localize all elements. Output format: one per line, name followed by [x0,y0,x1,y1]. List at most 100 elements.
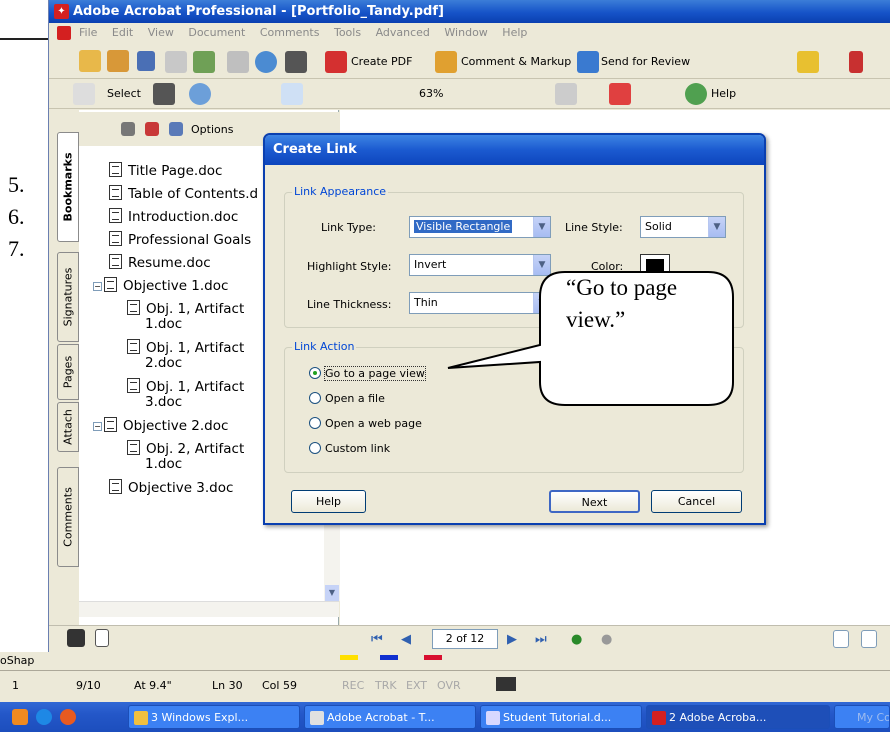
tab-bookmarks[interactable]: Bookmarks [57,132,79,242]
link-type-select[interactable]: Visible Rectangle ▼ [409,216,551,238]
menu-file[interactable]: File [79,26,97,39]
bookmark-item[interactable]: Introduction.doc [109,208,238,225]
menu-comments[interactable]: Comments [260,26,320,39]
previous-view-icon[interactable]: ● [571,632,582,647]
bookmark-item-continued[interactable]: 1.doc [145,316,182,332]
collapse-icon[interactable]: − [93,282,102,291]
bookmark-item[interactable]: Professional Goals [109,231,251,248]
hand-tool-icon[interactable] [73,83,95,105]
dialog-title[interactable]: Create Link [265,135,764,165]
continuous-view-icon[interactable] [861,630,877,648]
fit-page-icon[interactable] [281,83,303,105]
highlight-color-icon[interactable] [340,655,358,660]
bookmark-horizontal-scrollbar[interactable] [79,601,339,617]
font-color-icon[interactable] [424,655,442,660]
create-pdf-button[interactable]: Create PDF [351,55,412,68]
search-icon[interactable] [285,51,307,73]
menu-window[interactable]: Window [444,26,487,39]
menu-view[interactable]: View [148,26,174,39]
page-number-field[interactable]: 2 of 12 [432,629,498,649]
bookmark-item[interactable]: Obj. 2, Artifact [127,440,244,457]
browser-icon[interactable] [36,709,52,725]
bookmark-item[interactable]: Table of Contents.d [109,185,258,202]
single-page-icon[interactable] [95,629,109,647]
delete-bookmark-icon[interactable] [121,122,135,136]
status-trk[interactable]: TRK [375,679,397,692]
options-menu[interactable]: Options [191,123,233,136]
snapshot-icon[interactable] [153,83,175,105]
save-icon[interactable] [137,51,155,71]
tab-signatures[interactable]: Signatures [57,252,79,342]
taskbar-acrobat-tutorial[interactable]: Adobe Acrobat - T... [304,705,476,729]
send-review-button[interactable]: Send for Review [601,55,690,68]
expand-bookmark-icon[interactable] [169,122,183,136]
radio-go-to-page-view[interactable]: Go to a page view [309,366,426,381]
draw-shapes-label[interactable]: oShap [0,652,48,670]
next-view-icon[interactable]: ● [601,632,612,647]
first-page-icon[interactable]: ⏮ [371,632,383,647]
bookmark-item[interactable]: Obj. 1, Artifact [127,378,244,395]
next-button[interactable]: Next [549,490,640,513]
open-folder-icon[interactable] [79,50,101,72]
line-color-icon[interactable] [380,655,398,660]
bookmark-item[interactable]: Resume.doc [109,254,211,271]
bookmark-item[interactable]: − Objective 2.doc [93,417,228,434]
menu-tools[interactable]: Tools [334,26,361,39]
attach-icon[interactable] [227,51,249,73]
menu-advanced[interactable]: Advanced [376,26,430,39]
single-page-view-icon[interactable] [833,630,849,648]
bookmark-item[interactable]: Objective 3.doc [109,479,233,496]
previous-page-icon[interactable]: ◀ [401,632,411,647]
bookmark-item[interactable]: − Objective 1.doc [93,277,228,294]
web-icon[interactable] [255,51,277,73]
comment-markup-button[interactable]: Comment & Markup [461,55,571,68]
bookmark-item-continued[interactable]: 3.doc [145,394,182,410]
help-button[interactable]: Help [291,490,366,513]
menu-document[interactable]: Document [188,26,245,39]
cancel-button[interactable]: Cancel [651,490,742,513]
bookmark-item-continued[interactable]: 2.doc [145,355,182,371]
rotate-icon[interactable] [555,83,577,105]
spelling-status-icon[interactable] [496,677,516,691]
status-rec[interactable]: REC [342,679,364,692]
line-style-select[interactable]: Solid ▼ [640,216,726,238]
send-review-icon[interactable] [577,51,599,73]
taskbar-my-computer[interactable]: My Comp [834,705,890,729]
status-ext[interactable]: EXT [406,679,427,692]
menu-help[interactable]: Help [502,26,527,39]
create-pdf-icon[interactable] [325,51,347,73]
lock-icon[interactable] [797,51,819,73]
radio-custom-link[interactable]: Custom link [309,442,390,455]
status-ovr[interactable]: OVR [437,679,461,692]
desktop-icon[interactable] [12,709,28,725]
new-bookmark-icon[interactable] [145,122,159,136]
radio-open-web-page[interactable]: Open a web page [309,417,422,430]
organizer-icon[interactable] [107,50,129,72]
taskbar-acrobat-group[interactable]: 2 Adobe Acroba... [646,705,830,729]
select-tool-button[interactable]: Select [107,87,141,100]
help-icon[interactable] [685,83,707,105]
bookmark-item-continued[interactable]: 1.doc [145,456,182,472]
zoom-level[interactable]: 63% [419,87,443,100]
firefox-icon[interactable] [60,709,76,725]
comment-icon[interactable] [435,51,457,73]
radio-open-file[interactable]: Open a file [309,392,385,405]
bookmark-item[interactable]: Title Page.doc [109,162,222,179]
collapse-icon[interactable]: − [93,422,102,431]
tab-attachments[interactable]: Attach [57,402,79,452]
tab-pages[interactable]: Pages [57,344,79,400]
page-layout-icon[interactable] [67,629,85,647]
bookmark-item[interactable]: Obj. 1, Artifact [127,339,244,356]
tab-comments[interactable]: Comments [57,467,79,567]
taskbar-word-document[interactable]: Student Tutorial.d... [480,705,642,729]
email-icon[interactable] [193,51,215,73]
sign-icon[interactable] [849,51,863,73]
print-icon[interactable] [165,51,187,73]
menu-edit[interactable]: Edit [112,26,133,39]
bookmark-item[interactable]: Obj. 1, Artifact [127,300,244,317]
tool-icon[interactable] [609,83,631,105]
zoom-icon[interactable] [189,83,211,105]
scroll-down-icon[interactable]: ▼ [325,585,339,601]
help-button[interactable]: Help [711,87,736,100]
window-titlebar[interactable]: ✦ Adobe Acrobat Professional - [Portfoli… [49,0,890,23]
